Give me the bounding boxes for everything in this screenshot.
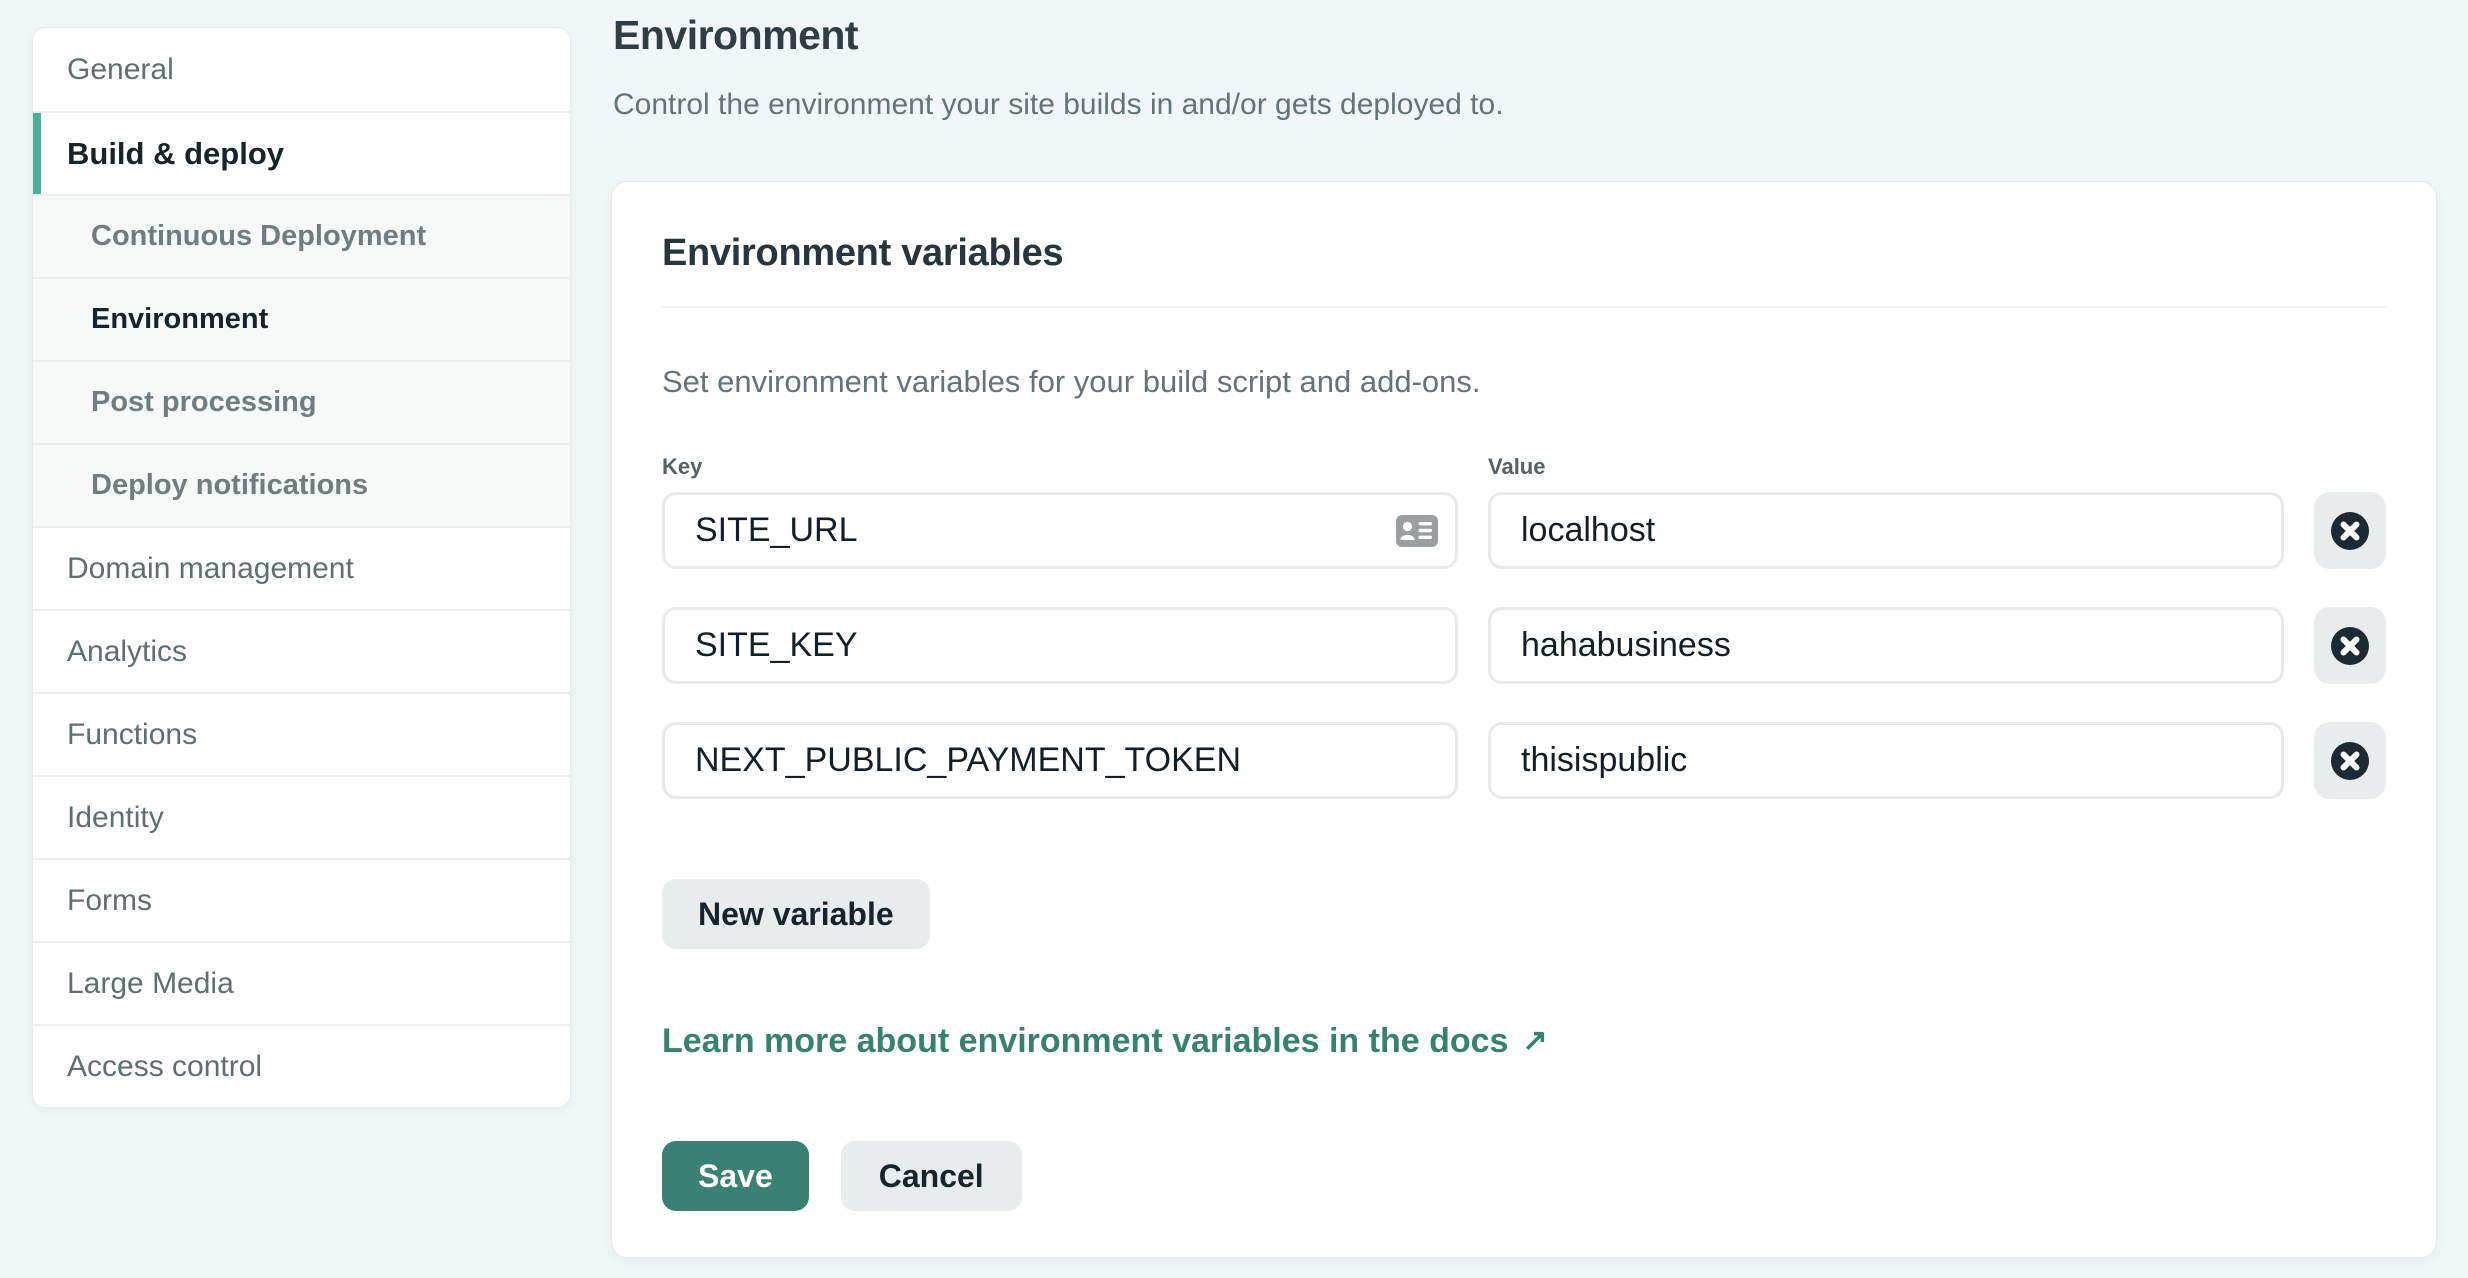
card-divider bbox=[662, 306, 2386, 308]
docs-link[interactable]: Learn more about environment variables i… bbox=[662, 1019, 1548, 1063]
sidebar-item-label: Post processing bbox=[91, 386, 317, 418]
sidebar-item[interactable]: Domain management bbox=[33, 526, 570, 609]
docs-link-text: Learn more about environment variables i… bbox=[662, 1022, 1509, 1060]
sidebar-item-label: General bbox=[67, 52, 174, 86]
circle-x-icon bbox=[2331, 741, 2369, 780]
value-input[interactable] bbox=[1488, 607, 2284, 684]
sidebar-item[interactable]: Functions bbox=[33, 692, 570, 775]
key-column-label: Key bbox=[662, 454, 703, 479]
sidebar-item-label: Large Media bbox=[67, 966, 234, 1000]
sidebar-item-label: Domain management bbox=[67, 551, 354, 585]
page-subtitle: Control the environment your site builds… bbox=[613, 88, 1504, 121]
save-button[interactable]: Save bbox=[662, 1141, 809, 1211]
environment-variables-card: Environment variables Set environment va… bbox=[611, 181, 2437, 1258]
page-title: Environment bbox=[613, 12, 859, 58]
value-input-wrap bbox=[1488, 722, 2284, 799]
delete-variable-button[interactable] bbox=[2314, 607, 2386, 684]
env-var-row bbox=[662, 492, 2386, 569]
sidebar-item[interactable]: Build & deploy bbox=[33, 111, 570, 194]
sidebar-item-label: Environment bbox=[91, 303, 269, 335]
sidebar-item-label: Identity bbox=[67, 800, 164, 834]
sidebar-item-label: Access control bbox=[67, 1049, 263, 1083]
form-actions: Save Cancel bbox=[662, 1141, 2386, 1211]
sidebar-item[interactable]: Large Media bbox=[33, 941, 570, 1024]
value-input-wrap bbox=[1488, 492, 2284, 569]
sidebar-item-label: Deploy notifications bbox=[91, 469, 369, 501]
sidebar-item[interactable]: Identity bbox=[33, 775, 570, 858]
sidebar-item[interactable]: General bbox=[33, 28, 570, 111]
column-labels-row: Key Value bbox=[662, 454, 2386, 480]
contact-card-autofill-icon bbox=[1396, 514, 1438, 547]
circle-x-icon bbox=[2331, 511, 2369, 550]
value-input-wrap bbox=[1488, 607, 2284, 684]
sidebar-item[interactable]: Analytics bbox=[33, 609, 570, 692]
card-title: Environment variables bbox=[662, 232, 1064, 274]
sidebar-item[interactable]: Environment bbox=[33, 277, 570, 360]
sidebar-item[interactable]: Continuous Deployment bbox=[33, 194, 570, 277]
external-link-arrow-icon: ↗ bbox=[1522, 1024, 1548, 1057]
sidebar-item-label: Functions bbox=[67, 717, 198, 751]
docs-link-row: Learn more about environment variables i… bbox=[662, 1019, 2386, 1063]
value-input[interactable] bbox=[1488, 492, 2284, 569]
key-input-wrap bbox=[662, 607, 1458, 684]
circle-x-icon bbox=[2331, 626, 2369, 665]
value-input[interactable] bbox=[1488, 722, 2284, 799]
env-var-row bbox=[662, 607, 2386, 684]
new-variable-button[interactable]: New variable bbox=[662, 879, 930, 949]
value-column-label: Value bbox=[1488, 454, 1546, 479]
key-input-wrap bbox=[662, 722, 1458, 799]
card-description: Set environment variables for your build… bbox=[662, 364, 1481, 399]
sidebar-item-label: Continuous Deployment bbox=[91, 220, 427, 252]
delete-variable-button[interactable] bbox=[2314, 492, 2386, 569]
env-var-rows bbox=[662, 492, 2386, 799]
cancel-button[interactable]: Cancel bbox=[840, 1141, 1022, 1211]
env-var-row bbox=[662, 722, 2386, 799]
page: { "theme": { "page_bg": "#f1f7f8", "acce… bbox=[0, 0, 2468, 1278]
sidebar-item[interactable]: Forms bbox=[33, 858, 570, 941]
sidebar-item-label: Analytics bbox=[67, 634, 188, 668]
key-input[interactable] bbox=[662, 492, 1458, 569]
sidebar-item[interactable]: Post processing bbox=[33, 360, 570, 443]
sidebar-item-label: Forms bbox=[67, 883, 152, 917]
key-input[interactable] bbox=[662, 722, 1458, 799]
sidebar-item[interactable]: Access control bbox=[33, 1024, 570, 1107]
key-input-wrap bbox=[662, 492, 1458, 569]
sidebar-item[interactable]: Deploy notifications bbox=[33, 443, 570, 526]
settings-sidebar: General Build & deploy Continuous Deploy… bbox=[32, 27, 571, 1108]
key-input[interactable] bbox=[662, 607, 1458, 684]
sidebar-item-label: Build & deploy bbox=[67, 135, 284, 171]
delete-variable-button[interactable] bbox=[2314, 722, 2386, 799]
